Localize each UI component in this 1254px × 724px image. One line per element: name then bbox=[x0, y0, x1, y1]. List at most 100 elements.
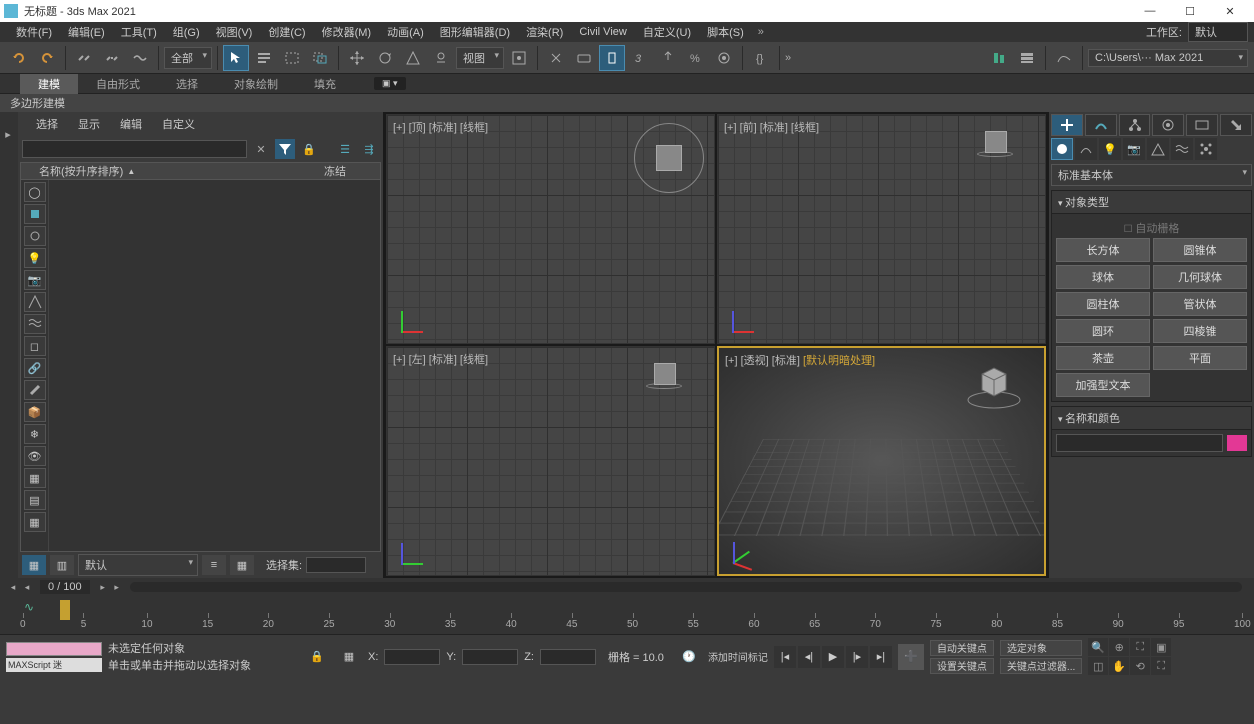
zoom-icon[interactable]: 🔍 bbox=[1088, 638, 1108, 656]
track-next-icon[interactable]: ▸ bbox=[96, 580, 110, 594]
add-time-tag-label[interactable]: 添加时间标记 bbox=[708, 649, 768, 664]
object-name-input[interactable] bbox=[1056, 434, 1223, 452]
filter-icon[interactable] bbox=[275, 139, 295, 159]
menu-group[interactable]: 组(G) bbox=[165, 22, 208, 42]
display-tab[interactable] bbox=[1186, 114, 1218, 136]
systems-category-icon[interactable] bbox=[1195, 138, 1217, 160]
filter-bone-icon[interactable] bbox=[24, 380, 46, 400]
helpers-category-icon[interactable] bbox=[1147, 138, 1169, 160]
viewcube-left[interactable] bbox=[634, 355, 694, 415]
cameras-category-icon[interactable]: 📷 bbox=[1123, 138, 1145, 160]
filter-container-icon[interactable]: 📦 bbox=[24, 402, 46, 422]
angle-snap-button[interactable]: 3 bbox=[627, 45, 653, 71]
isolate-lock-icon[interactable]: 🔒 bbox=[304, 644, 330, 670]
selection-set-input[interactable] bbox=[306, 557, 366, 573]
ribbon-tab-modeling[interactable]: 建模 bbox=[20, 74, 78, 94]
shapes-category-icon[interactable] bbox=[1075, 138, 1097, 160]
selection-filter-dropdown[interactable]: 全部 bbox=[164, 47, 212, 69]
play-button[interactable]: ▶ bbox=[822, 646, 844, 668]
menu-create[interactable]: 创建(C) bbox=[260, 22, 313, 42]
window-crossing-button[interactable] bbox=[307, 45, 333, 71]
filter-expand-icon[interactable]: ▦ bbox=[24, 468, 46, 488]
viewport-top-label[interactable]: [+] [顶] [标准] [线框] bbox=[393, 119, 488, 135]
spinner-snap-button[interactable]: % bbox=[683, 45, 709, 71]
filter-more-icon[interactable]: ▦ bbox=[24, 512, 46, 532]
zoom-extents-all-icon[interactable]: ▣ bbox=[1151, 638, 1171, 656]
viewport-front[interactable]: [+] [前] [标准] [线框] bbox=[717, 114, 1046, 344]
orbit-icon[interactable]: ⟲ bbox=[1130, 657, 1150, 675]
layer-view-icon[interactable]: ▦ bbox=[22, 555, 46, 575]
filter-frozen-icon[interactable]: ❄ bbox=[24, 424, 46, 444]
select-and-rotate-button[interactable] bbox=[372, 45, 398, 71]
primitive-button[interactable]: 圆柱体 bbox=[1056, 292, 1150, 316]
viewcube-front[interactable] bbox=[965, 123, 1025, 183]
toolbar-overflow-icon[interactable]: » bbox=[785, 52, 791, 64]
rectangular-selection-button[interactable] bbox=[279, 45, 305, 71]
primitive-button[interactable]: 平面 bbox=[1153, 346, 1247, 370]
time-slider[interactable] bbox=[130, 582, 1242, 592]
spacewarps-category-icon[interactable] bbox=[1171, 138, 1193, 160]
menu-rendering[interactable]: 渲染(R) bbox=[518, 22, 571, 42]
pan-icon[interactable]: ✋ bbox=[1109, 657, 1129, 675]
edit-named-selection-button[interactable] bbox=[711, 45, 737, 71]
track-prev-icon[interactable]: ◂ bbox=[6, 580, 20, 594]
hierarchy-tab[interactable] bbox=[1119, 114, 1151, 136]
modify-tab[interactable] bbox=[1085, 114, 1117, 136]
clear-search-icon[interactable]: ✕ bbox=[251, 139, 271, 159]
filter-lights-icon[interactable]: 💡 bbox=[24, 248, 46, 268]
ribbon-minimize-button[interactable]: ▣ ▾ bbox=[374, 77, 406, 90]
layer-dropdown[interactable]: 默认 bbox=[78, 554, 198, 576]
mirror-button[interactable]: {} bbox=[748, 45, 774, 71]
lights-category-icon[interactable]: 💡 bbox=[1099, 138, 1121, 160]
ribbon-tab-selection[interactable]: 选择 bbox=[158, 74, 216, 94]
select-and-scale-button[interactable] bbox=[400, 45, 426, 71]
column-freeze-header[interactable]: 冻结 bbox=[320, 163, 380, 179]
ribbon-tab-object-paint[interactable]: 对象绘制 bbox=[216, 74, 296, 94]
primitive-button[interactable]: 几何球体 bbox=[1153, 265, 1247, 289]
select-object-button[interactable] bbox=[223, 45, 249, 71]
key-target-dropdown[interactable]: 选定对象 bbox=[1000, 640, 1082, 656]
setkey-button[interactable]: 设置关键点 bbox=[930, 658, 994, 674]
select-and-move-button[interactable] bbox=[344, 45, 370, 71]
unlink-button[interactable] bbox=[99, 45, 125, 71]
viewcube-top[interactable] bbox=[634, 123, 694, 183]
menu-animation[interactable]: 动画(A) bbox=[379, 22, 432, 42]
undo-button[interactable] bbox=[6, 45, 32, 71]
viewport-left-label[interactable]: [+] [左] [标准] [线框] bbox=[393, 351, 488, 367]
lock-icon[interactable]: 🔒 bbox=[299, 139, 319, 159]
filter-cameras-icon[interactable]: 📷 bbox=[24, 270, 46, 290]
menu-views[interactable]: 视图(V) bbox=[208, 22, 261, 42]
zoom-extents-icon[interactable]: ⛶ bbox=[1130, 638, 1150, 656]
geometry-category-icon[interactable] bbox=[1051, 138, 1073, 160]
prev-frame-button[interactable]: ◂| bbox=[798, 646, 820, 668]
track-next2-icon[interactable]: ▸ bbox=[110, 580, 124, 594]
filter-groups-icon[interactable]: ◻ bbox=[24, 336, 46, 356]
object-type-dropdown[interactable]: 标准基本体 bbox=[1051, 164, 1252, 186]
scene-menu-select[interactable]: 选择 bbox=[32, 116, 62, 132]
menu-graph-editors[interactable]: 图形编辑器(D) bbox=[432, 22, 518, 42]
filter-collapse-icon[interactable]: ▤ bbox=[24, 490, 46, 510]
filter-hidden-icon[interactable]: 👁 bbox=[24, 446, 46, 466]
layer-manager-icon[interactable]: ▦ bbox=[230, 555, 254, 575]
selection-lock-icon[interactable]: ▦ bbox=[336, 644, 362, 670]
object-color-swatch[interactable] bbox=[1227, 435, 1247, 451]
autokey-button[interactable]: 自动关键点 bbox=[930, 640, 994, 656]
percent-snap-button[interactable] bbox=[655, 45, 681, 71]
menu-tools[interactable]: 工具(T) bbox=[113, 22, 165, 42]
reference-coord-dropdown[interactable]: 视图 bbox=[456, 47, 504, 69]
primitive-button[interactable]: 管状体 bbox=[1153, 292, 1247, 316]
primitive-button[interactable]: 圆环 bbox=[1056, 319, 1150, 343]
menu-edit[interactable]: 编辑(E) bbox=[60, 22, 113, 42]
create-tab[interactable] bbox=[1051, 114, 1083, 136]
goto-end-button[interactable]: ▸| bbox=[870, 646, 892, 668]
viewport-perspective[interactable]: [+] [透视] [标准] [默认明暗处理] bbox=[717, 346, 1046, 576]
primitive-button[interactable]: 四棱锥 bbox=[1153, 319, 1247, 343]
filter-all-icon[interactable]: ◯ bbox=[24, 182, 46, 202]
scene-menu-edit[interactable]: 编辑 bbox=[116, 116, 146, 132]
filter-shapes-icon[interactable] bbox=[24, 226, 46, 246]
filter-xrefs-icon[interactable]: 🔗 bbox=[24, 358, 46, 378]
primitive-button[interactable]: 球体 bbox=[1056, 265, 1150, 289]
time-tag-icon[interactable]: 🕐 bbox=[676, 644, 702, 670]
rollout-header-object-type[interactable]: 对象类型 bbox=[1052, 191, 1251, 214]
use-pivot-center-button[interactable] bbox=[506, 45, 532, 71]
